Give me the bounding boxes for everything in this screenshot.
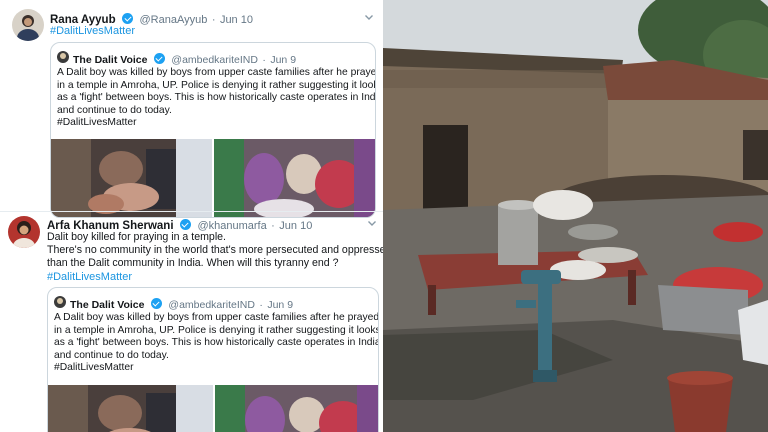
hashtag-link[interactable]: #DalitLivesMatter	[47, 271, 383, 284]
avatar[interactable]	[8, 216, 40, 248]
media-thumbnail-2[interactable]	[214, 139, 375, 217]
quoted-tweet[interactable]: The Dalit Voice @ambedkariteIND · Jun 9 …	[50, 42, 376, 218]
author-handle[interactable]: @RanaAyyub	[140, 14, 208, 26]
verified-badge-icon	[153, 53, 165, 64]
chevron-down-icon[interactable]	[364, 12, 374, 22]
quoted-author-name: The Dalit Voice	[70, 299, 145, 311]
media-thumbnail-1[interactable]	[48, 385, 213, 432]
quoted-author-handle: @ambedkariteIND	[168, 299, 255, 311]
media-thumbnail-2[interactable]	[215, 385, 378, 432]
tweet-arfa-khanum[interactable]: Arfa Khanum Sherwani @khanumarfa · Jun 1…	[0, 212, 383, 432]
village-scene-image	[383, 0, 768, 432]
courtyard-photo	[383, 0, 768, 432]
tweet-rana-ayyub[interactable]: Rana Ayyub @RanaAyyub · Jun 10 #DalitLiv…	[0, 0, 383, 218]
quoted-tweet-date: Jun 9	[267, 299, 294, 311]
verified-badge-icon	[150, 298, 162, 309]
quoted-avatar	[54, 296, 66, 308]
separator-dot: ·	[211, 14, 216, 26]
hashtag-link[interactable]: #DalitLivesMatter	[50, 25, 135, 37]
chevron-down-icon[interactable]	[367, 218, 377, 228]
separator-dot: ·	[262, 54, 266, 66]
tweet-date[interactable]: Jun 10	[220, 14, 253, 26]
quoted-tweet-text: A Dalit boy was killed by boys from uppe…	[54, 312, 379, 374]
quoted-tweet-date: Jun 9	[270, 54, 297, 66]
quoted-author-handle: @ambedkariteIND	[171, 54, 258, 66]
quoted-avatar	[57, 51, 69, 63]
quoted-tweet[interactable]: The Dalit Voice @ambedkariteIND · Jun 9 …	[47, 287, 379, 432]
avatar[interactable]	[12, 9, 44, 41]
tweet-text: Dalit boy killed for praying in a temple…	[47, 231, 383, 284]
media-thumbnail-1[interactable]	[51, 139, 212, 217]
verified-badge-icon	[122, 13, 134, 24]
quoted-tweet-text: A Dalit boy was killed by boys from uppe…	[57, 67, 376, 129]
tweet-panel: Rana Ayyub @RanaAyyub · Jun 10 #DalitLiv…	[0, 0, 383, 432]
separator-dot: ·	[259, 299, 263, 311]
verified-badge-icon	[179, 219, 191, 230]
quoted-author-name: The Dalit Voice	[73, 54, 148, 66]
